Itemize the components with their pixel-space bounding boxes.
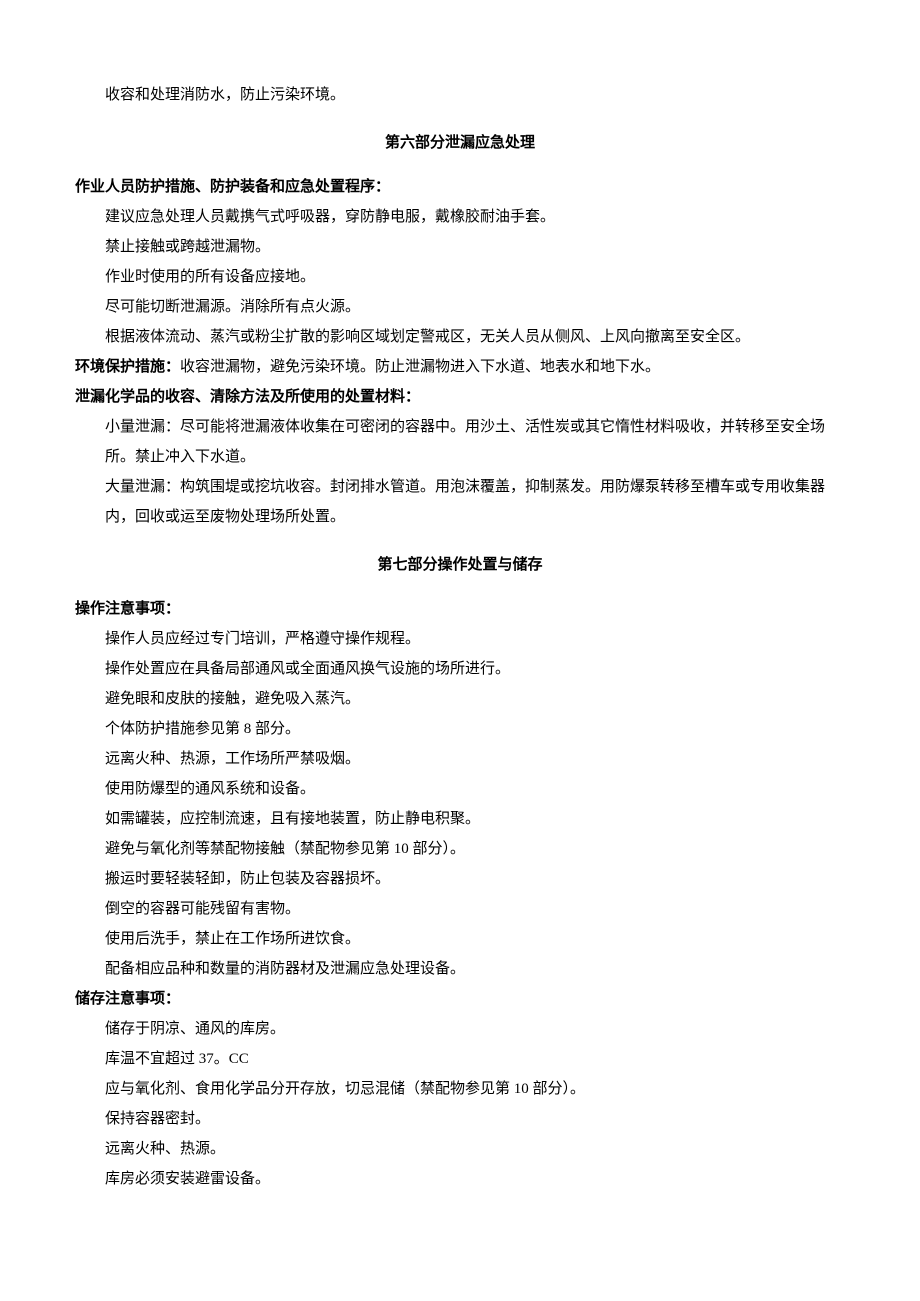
s7-op-line: 使用防爆型的通风系统和设备。 [75,774,845,804]
s7-op-line: 配备相应品种和数量的消防器材及泄漏应急处理设备。 [75,954,845,984]
intro-line: 收容和处理消防水，防止污染环境。 [75,80,845,110]
s7-store-heading: 储存注意事项： [75,984,845,1014]
s7-op-line: 操作人员应经过专门培训，严格遵守操作规程。 [75,624,845,654]
s7-op-line: 搬运时要轻装轻卸，防止包装及容器损坏。 [75,864,845,894]
s7-store-line: 库温不宜超过 37。CC [75,1044,845,1074]
s7-store-line: 保持容器密封。 [75,1104,845,1134]
s7-store-line: 库房必须安装避雷设备。 [75,1164,845,1194]
s6-block3-line: 小量泄漏：尽可能将泄漏液体收集在可密闭的容器中。用沙土、活性炭或其它惰性材料吸收… [75,412,845,472]
s6-env-label: 环境保护措施： [75,359,180,375]
s7-op-line: 避免与氧化剂等禁配物接触（禁配物参见第 10 部分）。 [75,834,845,864]
section-6-title: 第六部分泄漏应急处理 [75,128,845,158]
s7-op-line: 避免眼和皮肤的接触，避免吸入蒸汽。 [75,684,845,714]
s7-op-line: 操作处置应在具备局部通风或全面通风换气设施的场所进行。 [75,654,845,684]
s7-store-line: 应与氧化剂、食用化学品分开存放，切忌混储（禁配物参见第 10 部分）。 [75,1074,845,1104]
s6-block1-line: 作业时使用的所有设备应接地。 [75,262,845,292]
s6-block1-line: 禁止接触或跨越泄漏物。 [75,232,845,262]
s6-block3-heading: 泄漏化学品的收容、清除方法及所使用的处置材料： [75,382,845,412]
s7-op-line: 倒空的容器可能残留有害物。 [75,894,845,924]
s6-env-row: 环境保护措施：收容泄漏物，避免污染环境。防止泄漏物进入下水道、地表水和地下水。 [75,352,845,382]
s6-block1-heading: 作业人员防护措施、防护装备和应急处置程序： [75,172,845,202]
section-7-title: 第七部分操作处置与储存 [75,550,845,580]
s6-env-text: 收容泄漏物，避免污染环境。防止泄漏物进入下水道、地表水和地下水。 [180,359,660,375]
s7-store-line: 远离火种、热源。 [75,1134,845,1164]
s7-op-line: 使用后洗手，禁止在工作场所进饮食。 [75,924,845,954]
s6-block3-line: 大量泄漏：构筑围堤或挖坑收容。封闭排水管道。用泡沫覆盖，抑制蒸发。用防爆泵转移至… [75,472,845,532]
s6-block1-line: 根据液体流动、蒸汽或粉尘扩散的影响区域划定警戒区，无关人员从侧风、上风向撤离至安… [75,322,845,352]
s7-op-line: 远离火种、热源，工作场所严禁吸烟。 [75,744,845,774]
s6-block1-line: 尽可能切断泄漏源。消除所有点火源。 [75,292,845,322]
s7-store-line: 储存于阴凉、通风的库房。 [75,1014,845,1044]
s7-op-line: 如需罐装，应控制流速，且有接地装置，防止静电积聚。 [75,804,845,834]
s7-op-heading: 操作注意事项： [75,594,845,624]
s7-op-line: 个体防护措施参见第 8 部分。 [75,714,845,744]
s6-block1-line: 建议应急处理人员戴携气式呼吸器，穿防静电服，戴橡胶耐油手套。 [75,202,845,232]
